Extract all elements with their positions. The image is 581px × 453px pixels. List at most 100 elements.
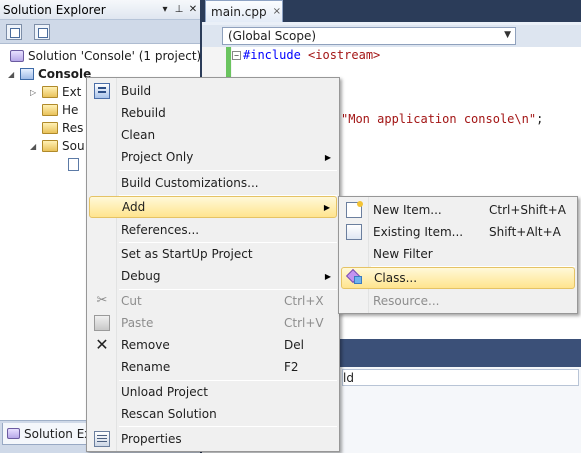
tree-item-sources[interactable]: ◢ Sou bbox=[30, 137, 85, 155]
menu-separator bbox=[119, 170, 337, 171]
expanded-arrow-icon[interactable]: ◢ bbox=[8, 70, 20, 79]
navigation-bar: (Global Scope) ▼ bbox=[202, 25, 581, 47]
add-submenu: New Item... Ctrl+Shift+A Existing Item..… bbox=[338, 196, 578, 314]
pin-icon[interactable]: ⊥ bbox=[172, 4, 186, 15]
tab-main-cpp[interactable]: main.cpp × bbox=[205, 0, 283, 22]
menu-item-label: Add bbox=[122, 200, 146, 214]
solution-explorer-icon bbox=[7, 428, 20, 439]
menu-item-label: Project Only bbox=[121, 150, 194, 164]
menu-item-shortcut: Ctrl+V bbox=[284, 316, 324, 330]
menu-item-remove[interactable]: ✕ Remove Del bbox=[89, 334, 337, 356]
tree-item-label: Sou bbox=[62, 139, 85, 153]
menu-item-label: Clean bbox=[121, 128, 156, 142]
menu-item-label: Debug bbox=[121, 269, 161, 283]
tree-item-headers[interactable]: He bbox=[42, 101, 78, 119]
menu-item-label: Paste bbox=[121, 316, 154, 330]
menu-item-existing-item[interactable]: Existing Item... Shift+Alt+A bbox=[341, 221, 575, 243]
menu-item-rescan-solution[interactable]: Rescan Solution bbox=[89, 403, 337, 425]
menu-separator bbox=[119, 426, 337, 427]
menu-item-label: Build bbox=[121, 84, 152, 98]
solution-explorer-header: Solution Explorer ▾ ⊥ ✕ bbox=[0, 0, 200, 20]
submenu-arrow-icon: ▶ bbox=[324, 152, 331, 162]
collapse-icon[interactable]: − bbox=[232, 51, 241, 60]
new-item-icon bbox=[346, 201, 363, 218]
menu-item-properties[interactable]: Properties bbox=[89, 428, 337, 450]
expanded-arrow-icon[interactable]: ◢ bbox=[30, 142, 42, 151]
folder-icon bbox=[42, 86, 58, 98]
code-line-include: #include <iostream> bbox=[243, 48, 380, 62]
existing-item-icon bbox=[346, 224, 362, 240]
tree-item-label: He bbox=[62, 103, 79, 117]
tree-item-external-dependencies[interactable]: ▷ Ext bbox=[30, 83, 81, 101]
menu-item-rebuild[interactable]: Rebuild bbox=[89, 102, 337, 124]
menu-item-label: Resource... bbox=[373, 294, 440, 308]
menu-item-set-startup-project[interactable]: Set as StartUp Project bbox=[89, 243, 337, 265]
menu-item-unload-project[interactable]: Unload Project bbox=[89, 381, 337, 403]
menu-item-label: New Item... bbox=[373, 203, 442, 217]
tree-item-label: Ext bbox=[62, 85, 82, 99]
menu-item-resource[interactable]: Resource... bbox=[341, 290, 575, 312]
solution-explorer-title: Solution Explorer bbox=[3, 2, 106, 17]
project-icon bbox=[20, 68, 34, 80]
properties-toolbar-icon[interactable] bbox=[6, 24, 22, 40]
close-icon[interactable]: ✕ bbox=[186, 4, 200, 15]
scissors-icon: ✂ bbox=[96, 293, 108, 308]
menu-item-cut[interactable]: ✂ Cut Ctrl+X bbox=[89, 290, 337, 312]
submenu-arrow-icon: ▶ bbox=[323, 202, 330, 212]
include-target: <iostream> bbox=[308, 48, 381, 62]
menu-item-label: Properties bbox=[121, 432, 182, 446]
cpp-file-icon bbox=[68, 157, 79, 171]
show-all-files-icon[interactable] bbox=[34, 24, 50, 40]
menu-item-debug[interactable]: Debug ▶ bbox=[89, 265, 337, 287]
menu-item-label: Existing Item... bbox=[373, 225, 464, 239]
menu-item-build[interactable]: Build bbox=[89, 80, 337, 102]
menu-item-label: Set as StartUp Project bbox=[121, 247, 253, 261]
folder-icon bbox=[42, 122, 58, 134]
menu-item-clean[interactable]: Clean bbox=[89, 124, 337, 146]
dropdown-icon[interactable]: ▾ bbox=[158, 4, 172, 15]
menu-item-label: Rescan Solution bbox=[121, 407, 217, 421]
menu-item-shortcut: Del bbox=[284, 338, 304, 352]
menu-item-shortcut: Ctrl+Shift+A bbox=[489, 203, 566, 217]
menu-item-label: Rename bbox=[121, 360, 171, 374]
close-tab-icon[interactable]: × bbox=[273, 6, 281, 17]
tree-item-resources[interactable]: Res bbox=[42, 119, 83, 137]
tree-item-main-cpp[interactable] bbox=[68, 155, 83, 173]
preprocessor-directive: #include bbox=[243, 48, 301, 62]
collapsed-arrow-icon[interactable]: ▷ bbox=[30, 88, 42, 97]
menu-item-label: Cut bbox=[121, 294, 142, 308]
column-header-label: ld bbox=[343, 370, 354, 385]
solution-icon bbox=[10, 50, 24, 62]
menu-item-label: References... bbox=[121, 223, 200, 237]
output-column-header[interactable]: ld bbox=[342, 369, 579, 386]
solution-explorer-toolbar bbox=[0, 20, 200, 44]
menu-item-label: New Filter bbox=[373, 247, 433, 261]
project-context-menu: Build Rebuild Clean Project Only ▶ Build… bbox=[86, 77, 340, 452]
menu-item-build-customizations[interactable]: Build Customizations... bbox=[89, 172, 337, 194]
open-folder-icon bbox=[42, 140, 58, 152]
menu-item-add[interactable]: Add ▶ bbox=[89, 196, 337, 218]
menu-item-new-item[interactable]: New Item... Ctrl+Shift+A bbox=[341, 199, 575, 221]
project-label: Console bbox=[38, 67, 92, 81]
menu-item-references[interactable]: References... bbox=[89, 219, 337, 241]
menu-item-label: Class... bbox=[374, 271, 418, 285]
statement-terminator: ; bbox=[536, 112, 544, 126]
scope-dropdown[interactable]: (Global Scope) ▼ bbox=[222, 27, 516, 45]
tree-item-solution[interactable]: Solution 'Console' (1 project) bbox=[10, 47, 201, 65]
menu-item-new-filter[interactable]: New Filter bbox=[341, 243, 575, 265]
properties-icon bbox=[94, 431, 110, 447]
menu-item-project-only[interactable]: Project Only ▶ bbox=[89, 146, 337, 168]
chevron-down-icon[interactable]: ▼ bbox=[504, 30, 511, 40]
menu-item-paste[interactable]: Paste Ctrl+V bbox=[89, 312, 337, 334]
solution-label: Solution 'Console' (1 project) bbox=[28, 49, 202, 63]
class-icon bbox=[347, 271, 363, 287]
menu-item-label: Unload Project bbox=[121, 385, 208, 399]
tree-item-project[interactable]: ◢ Console bbox=[8, 65, 91, 83]
clipboard-icon bbox=[94, 315, 110, 331]
menu-item-shortcut: F2 bbox=[284, 360, 299, 374]
menu-item-class[interactable]: Class... bbox=[341, 267, 575, 289]
menu-item-rename[interactable]: Rename F2 bbox=[89, 356, 337, 378]
menu-item-label: Remove bbox=[121, 338, 170, 352]
string-literal: "Mon application console\n" bbox=[341, 112, 537, 126]
build-icon bbox=[94, 83, 110, 99]
